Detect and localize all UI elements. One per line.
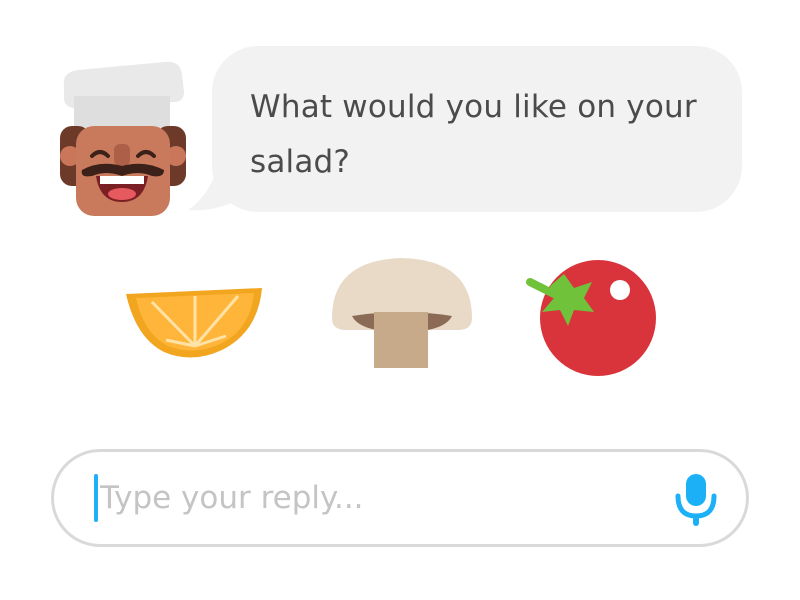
orange-slice-icon[interactable] <box>122 284 268 362</box>
chef-avatar-icon <box>52 52 192 222</box>
tomato-icon[interactable] <box>524 254 662 380</box>
microphone-icon[interactable] <box>672 472 720 528</box>
speech-bubble: What would you like on your salad? <box>212 46 742 212</box>
mushroom-icon[interactable] <box>328 256 476 372</box>
reply-input-container[interactable] <box>51 449 749 547</box>
text-caret <box>94 474 98 522</box>
chat-message: What would you like on your salad? <box>250 89 697 180</box>
reply-input[interactable] <box>100 470 640 526</box>
chat-screen: What would you like on your salad? <box>0 0 800 600</box>
